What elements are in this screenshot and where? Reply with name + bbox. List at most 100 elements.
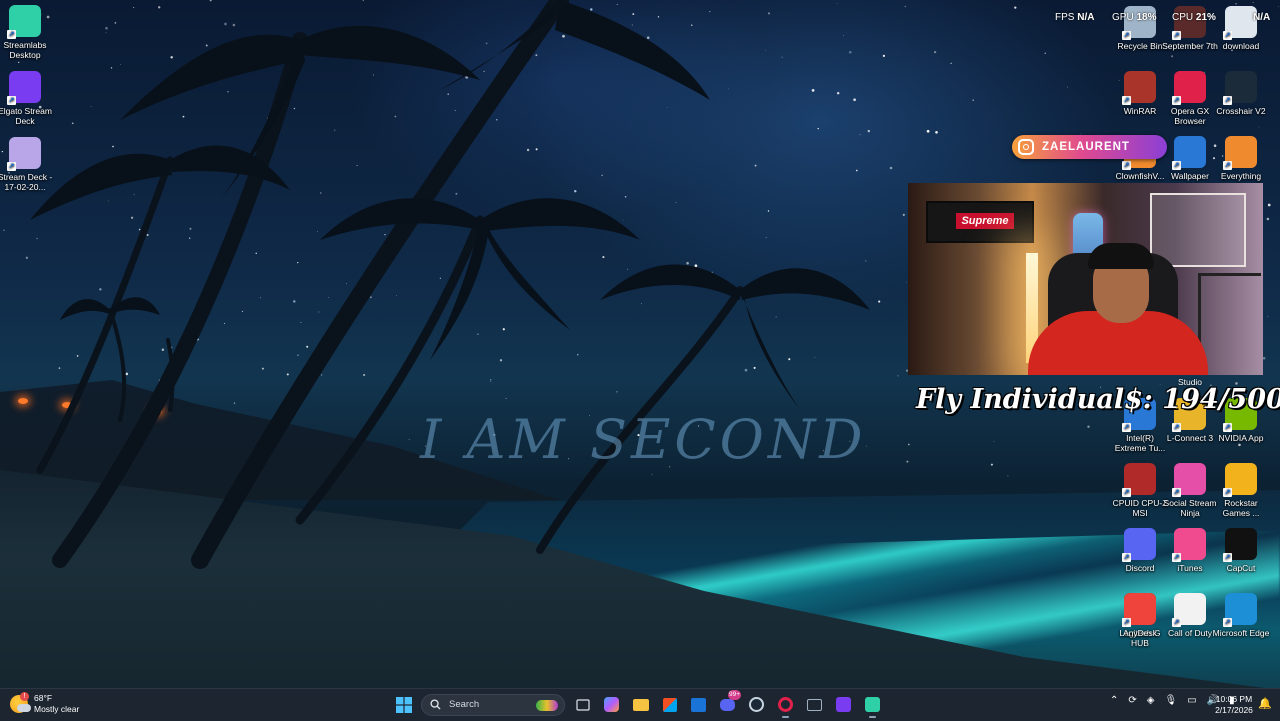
desktop-icon-anydesk[interactable]: ↗ AnyDesk: [1111, 593, 1169, 638]
wallpaper-caption: I AM SECOND: [420, 408, 867, 471]
document-icon: ↗: [1172, 593, 1206, 627]
shortcut-arrow-icon: ↗: [1223, 161, 1232, 170]
desktop-icon-rockstar[interactable]: ↗ Rockstar Games ...: [1212, 463, 1270, 518]
desktop-icon-database-file[interactable]: ↗ Stream Deck - 17-02-20...: [0, 137, 54, 192]
taskbar-streamlabs[interactable]: [861, 693, 884, 718]
taskbar: ! 68°F Mostly clear Search 99+ ⌃ ⟳ ◈ 🎙 ▭…: [0, 688, 1280, 721]
desktop-icon-streamlabs[interactable]: ↗ Streamlabs Desktop: [0, 5, 54, 60]
crosshair-icon: ↗: [1223, 71, 1257, 105]
clock-time: 10:06 PM: [1215, 694, 1253, 704]
taskbar-copilot[interactable]: [600, 693, 623, 716]
shortcut-arrow-icon: ↗: [1172, 161, 1181, 170]
start-button[interactable]: [392, 693, 415, 716]
taskbar-file-explorer[interactable]: [629, 693, 652, 716]
opera-gx-icon: [778, 697, 793, 712]
desktop-icon-itunes[interactable]: ↗ iTunes: [1161, 528, 1219, 573]
desktop-icon-label: Rockstar Games ...: [1222, 498, 1260, 518]
instagram-handle-badge: ZAELAURENT: [1012, 135, 1167, 159]
taskbar-stream-deck[interactable]: [832, 693, 855, 716]
desktop-icon-wallpaper-engine[interactable]: ↗ Wallpaper: [1161, 136, 1219, 181]
desktop-icon-label: L-Connect 3: [1166, 433, 1214, 443]
webcam-sign: Supreme: [956, 213, 1014, 229]
desktop-icon-label: CapCut: [1226, 563, 1256, 573]
desktop-icon-opera-gx[interactable]: ↗ Opera GX Browser: [1161, 71, 1219, 126]
desktop-icon-label: AnyDesk: [1122, 628, 1157, 638]
outlook-icon: [691, 697, 706, 712]
taskbar-search[interactable]: Search: [421, 693, 565, 716]
shortcut-arrow-icon: ↗: [7, 30, 16, 39]
desktop-icon-label: Social Stream Ninja: [1163, 498, 1217, 518]
fps-label: FPS: [1055, 12, 1075, 23]
discord-icon: ↗: [1122, 528, 1156, 562]
weather-text: 68°F Mostly clear: [34, 693, 79, 715]
cpu-label: CPU: [1172, 12, 1194, 23]
webcam-shelf: [1150, 193, 1246, 267]
desktop-icon-label: Opera GX Browser: [1170, 106, 1210, 126]
opera-gx-icon: ↗: [1172, 71, 1206, 105]
desktop-icon-label: Crosshair V2: [1216, 106, 1266, 116]
desktop-icon-label: iTunes: [1177, 563, 1203, 573]
desktop-icon-capcut[interactable]: ↗ CapCut: [1212, 528, 1270, 573]
network-icon[interactable]: ▭: [1187, 695, 1196, 706]
desktop-icon-label: Call of Duty: [1168, 628, 1212, 638]
app-running-indicator: [782, 716, 789, 718]
fps-readout: FPS N/A: [1055, 12, 1094, 23]
weather-widget[interactable]: ! 68°F Mostly clear: [10, 692, 79, 715]
taskbar-steam[interactable]: [745, 693, 768, 716]
sync-icon[interactable]: ⟳: [1128, 695, 1136, 706]
notification-bell-icon[interactable]: 🔔: [1258, 697, 1272, 710]
shortcut-arrow-icon: ↗: [1172, 618, 1181, 627]
shortcut-arrow-icon: ↗: [1122, 31, 1131, 40]
social-stream-icon: ↗: [1172, 463, 1206, 497]
steam-icon: [749, 697, 764, 712]
winrar-icon: ↗: [1122, 71, 1156, 105]
cpu-value: 21%: [1195, 12, 1216, 23]
desktop-icon-edge[interactable]: ↗ Microsoft Edge: [1212, 593, 1270, 638]
capcut-icon: ↗: [1223, 528, 1257, 562]
itunes-icon: ↗: [1172, 528, 1206, 562]
stream-deck-icon: ↗: [7, 71, 41, 105]
copilot-icon: [604, 697, 619, 712]
shortcut-arrow-icon: ↗: [1122, 553, 1131, 562]
wallpaper-engine-icon: ↗: [1172, 136, 1206, 170]
desktop-icon-everything-search[interactable]: ↗ Everything: [1212, 136, 1270, 181]
taskbar-microsoft-store[interactable]: [658, 693, 681, 716]
taskbar-opera-gx[interactable]: [774, 693, 797, 718]
shortcut-arrow-icon: ↗: [1172, 31, 1181, 40]
desktop-icon-social-stream[interactable]: ↗ Social Stream Ninja: [1161, 463, 1219, 518]
microphone-icon[interactable]: 🎙: [1164, 695, 1177, 706]
desktop-icon-label: Stream Deck - 17-02-20...: [0, 172, 53, 192]
desktop-icon-document[interactable]: ↗ Call of Duty: [1161, 593, 1219, 638]
webcam-mic-arm: [1198, 273, 1261, 375]
taskbar-discord[interactable]: 99+: [716, 690, 741, 716]
desktop-icon-stream-deck[interactable]: ↗ Elgato Stream Deck: [0, 71, 54, 126]
app-running-indicator: [869, 716, 876, 718]
anydesk-icon: ↗: [1122, 593, 1156, 627]
clock-date: 2/17/2026: [1215, 705, 1253, 715]
shortcut-arrow-icon: ↗: [1223, 488, 1232, 497]
discord-icon: [720, 698, 735, 711]
chevron-up-icon[interactable]: ⌃: [1110, 695, 1118, 706]
shortcut-arrow-icon: ↗: [1122, 488, 1131, 497]
search-highlight-icon: [536, 699, 558, 711]
taskbar-clock[interactable]: 10:06 PM 2/17/2026: [1212, 694, 1256, 716]
taskbar-xbox[interactable]: [803, 693, 826, 716]
webcam-feed: Supreme: [908, 183, 1263, 375]
ram-readout: N/A: [1253, 12, 1270, 23]
taskbar-outlook[interactable]: [687, 693, 710, 716]
gpu-value: 18%: [1136, 12, 1157, 23]
store-icon: [662, 697, 677, 712]
desktop-icon-crosshair[interactable]: ↗ Crosshair V2: [1212, 71, 1270, 116]
streamlabs-icon: ↗: [7, 5, 41, 39]
task-view-button[interactable]: [571, 693, 594, 716]
weather-description: Mostly clear: [34, 704, 80, 714]
shortcut-arrow-icon: ↗: [1122, 423, 1131, 432]
desktop-icon-label: Microsoft Edge: [1212, 628, 1270, 638]
taskbar-pinned-apps: Search 99+: [392, 690, 884, 718]
gpu-readout: GPU 18%: [1112, 12, 1156, 23]
task-view-icon: [575, 698, 590, 711]
shortcut-arrow-icon: ↗: [1223, 423, 1232, 432]
security-shield-icon[interactable]: ◈: [1147, 695, 1155, 706]
instagram-handle: ZAELAURENT: [1042, 141, 1130, 153]
database-file-icon: ↗: [7, 137, 41, 171]
